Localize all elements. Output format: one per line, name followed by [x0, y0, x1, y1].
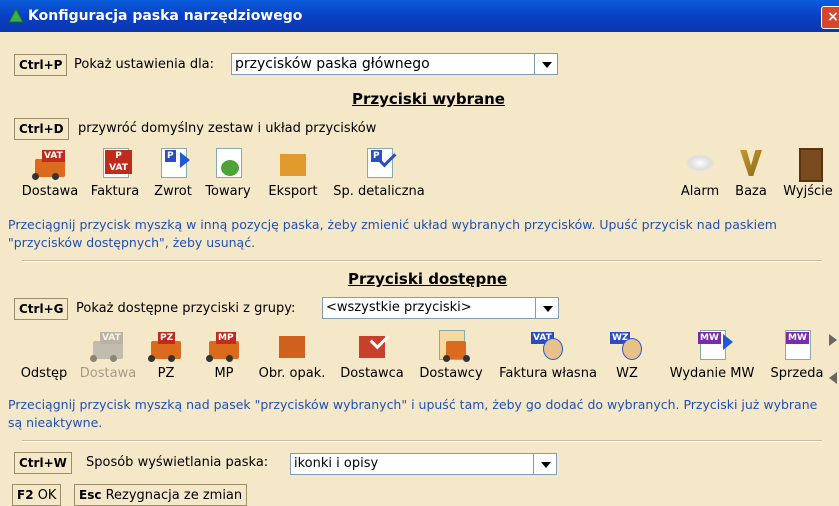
selected-button-faktura[interactable]: P VAT Faktura: [86, 146, 144, 199]
truck-vat-icon: VAT: [32, 146, 67, 180]
own-invoice-icon: VAT: [531, 328, 565, 362]
group-select[interactable]: <wszystkie przyciski>: [322, 297, 559, 319]
group-value: <wszystkie przyciski>: [326, 300, 472, 315]
available-button-dostawca[interactable]: Dostawca: [336, 328, 408, 381]
title-bar: Konfiguracja paska narzędziowego ×: [0, 0, 839, 32]
selected-button-towary[interactable]: Towary: [200, 146, 256, 199]
divider: [22, 260, 822, 262]
export-icon: [276, 146, 310, 180]
ok-button[interactable]: F2 OK: [12, 484, 62, 506]
scroll-right-icon[interactable]: [829, 334, 837, 346]
selected-button-zwrot[interactable]: P Zwrot: [150, 146, 196, 199]
retail-sale-icon: P: [362, 146, 397, 180]
selected-button-sp-detaliczna[interactable]: P Sp. detaliczna: [328, 146, 430, 199]
database-icon: [734, 146, 768, 180]
display-mode-select[interactable]: ikonki i opisy: [290, 453, 557, 475]
selected-buttons-heading: Przyciski wybrane: [352, 90, 505, 108]
display-mode-label: Sposób wyświetlania paska:: [86, 455, 269, 470]
selected-button-wyjscie[interactable]: Wyjście: [780, 146, 836, 199]
available-button-dostawa: VAT Dostawa: [76, 328, 140, 381]
restore-defaults-button[interactable]: Ctrl+D: [14, 118, 69, 140]
group-label: Pokaż dostępne przyciski z grupy:: [76, 301, 296, 316]
truck-vat-icon: VAT: [90, 328, 125, 362]
supplier-icon: [355, 328, 390, 362]
ok-key: F2: [17, 488, 34, 502]
show-settings-shortcut[interactable]: Ctrl+P: [14, 54, 68, 76]
return-icon: P: [156, 146, 190, 180]
truck-mp-icon: MP: [206, 328, 241, 362]
app-logo-icon: [8, 8, 24, 23]
show-settings-select[interactable]: przycisków paska głównego: [231, 53, 558, 75]
goods-icon: [211, 146, 245, 180]
packaging-icon: [275, 328, 309, 362]
show-settings-value: przycisków paska głównego: [235, 56, 430, 72]
config-panel: Ctrl+P Pokaż ustawienia dla: przycisków …: [0, 32, 839, 506]
selected-button-dostawa[interactable]: VAT Dostawa: [18, 146, 82, 199]
display-mode-value: ikonki i opisy: [294, 456, 379, 471]
mw-sale-icon: MW: [780, 328, 814, 362]
show-settings-label: Pokaż ustawienia dla:: [74, 57, 215, 72]
group-shortcut[interactable]: Ctrl+G: [14, 298, 69, 320]
selected-info-text: Przeciągnij przycisk myszką w inną pozyc…: [8, 217, 777, 250]
available-button-wydanie-mw[interactable]: MW Wydanie MW: [662, 328, 762, 381]
chevron-down-icon[interactable]: [535, 298, 558, 318]
cancel-key: Esc: [79, 488, 102, 502]
invoice-vat-icon: P VAT: [98, 146, 132, 180]
scroll-arrows[interactable]: [829, 334, 837, 384]
cancel-button[interactable]: Esc Rezygnacja ze zmian: [74, 484, 248, 506]
chevron-down-icon[interactable]: [534, 54, 557, 74]
available-button-pz[interactable]: PZ PZ: [146, 328, 186, 381]
exit-icon: [791, 146, 825, 182]
divider: [22, 440, 822, 442]
available-button-wz[interactable]: WZ WZ: [610, 328, 644, 381]
ok-label: OK: [37, 488, 57, 503]
selected-button-alarm[interactable]: Alarm: [676, 146, 724, 199]
selected-button-eksport[interactable]: Eksport: [260, 146, 326, 199]
available-button-faktura-wlasna[interactable]: VAT Faktura własna: [494, 328, 602, 381]
selected-button-baza[interactable]: Baza: [730, 146, 772, 199]
available-button-dostawcy[interactable]: Dostawcy: [414, 328, 488, 381]
available-button-mp[interactable]: MP MP: [204, 328, 244, 381]
suppliers-icon: [434, 328, 468, 362]
mw-release-icon: MW: [695, 328, 733, 362]
restore-defaults-label: przywróć domyślny zestaw i układ przycis…: [78, 121, 377, 136]
window-title: Konfiguracja paska narzędziowego: [28, 8, 303, 24]
spacer-icon: [27, 328, 61, 362]
cancel-label: Rezygnacja ze zmian: [105, 488, 243, 503]
alarm-icon: [683, 146, 717, 180]
available-button-sprzeda[interactable]: MW Sprzeda: [768, 328, 826, 381]
close-button[interactable]: ×: [821, 6, 839, 29]
display-mode-shortcut[interactable]: Ctrl+W: [14, 452, 72, 474]
chevron-down-icon[interactable]: [533, 454, 556, 474]
truck-pz-icon: PZ: [148, 328, 183, 362]
available-info-text: Przeciągnij przycisk myszką nad pasek "p…: [8, 397, 818, 430]
available-button-odstep[interactable]: Odstęp: [18, 328, 70, 381]
scroll-left-icon[interactable]: [829, 372, 837, 384]
available-buttons-heading: Przyciski dostępne: [348, 270, 508, 288]
available-button-obr-opak[interactable]: Obr. opak.: [254, 328, 330, 381]
wz-icon: WZ: [610, 328, 644, 362]
